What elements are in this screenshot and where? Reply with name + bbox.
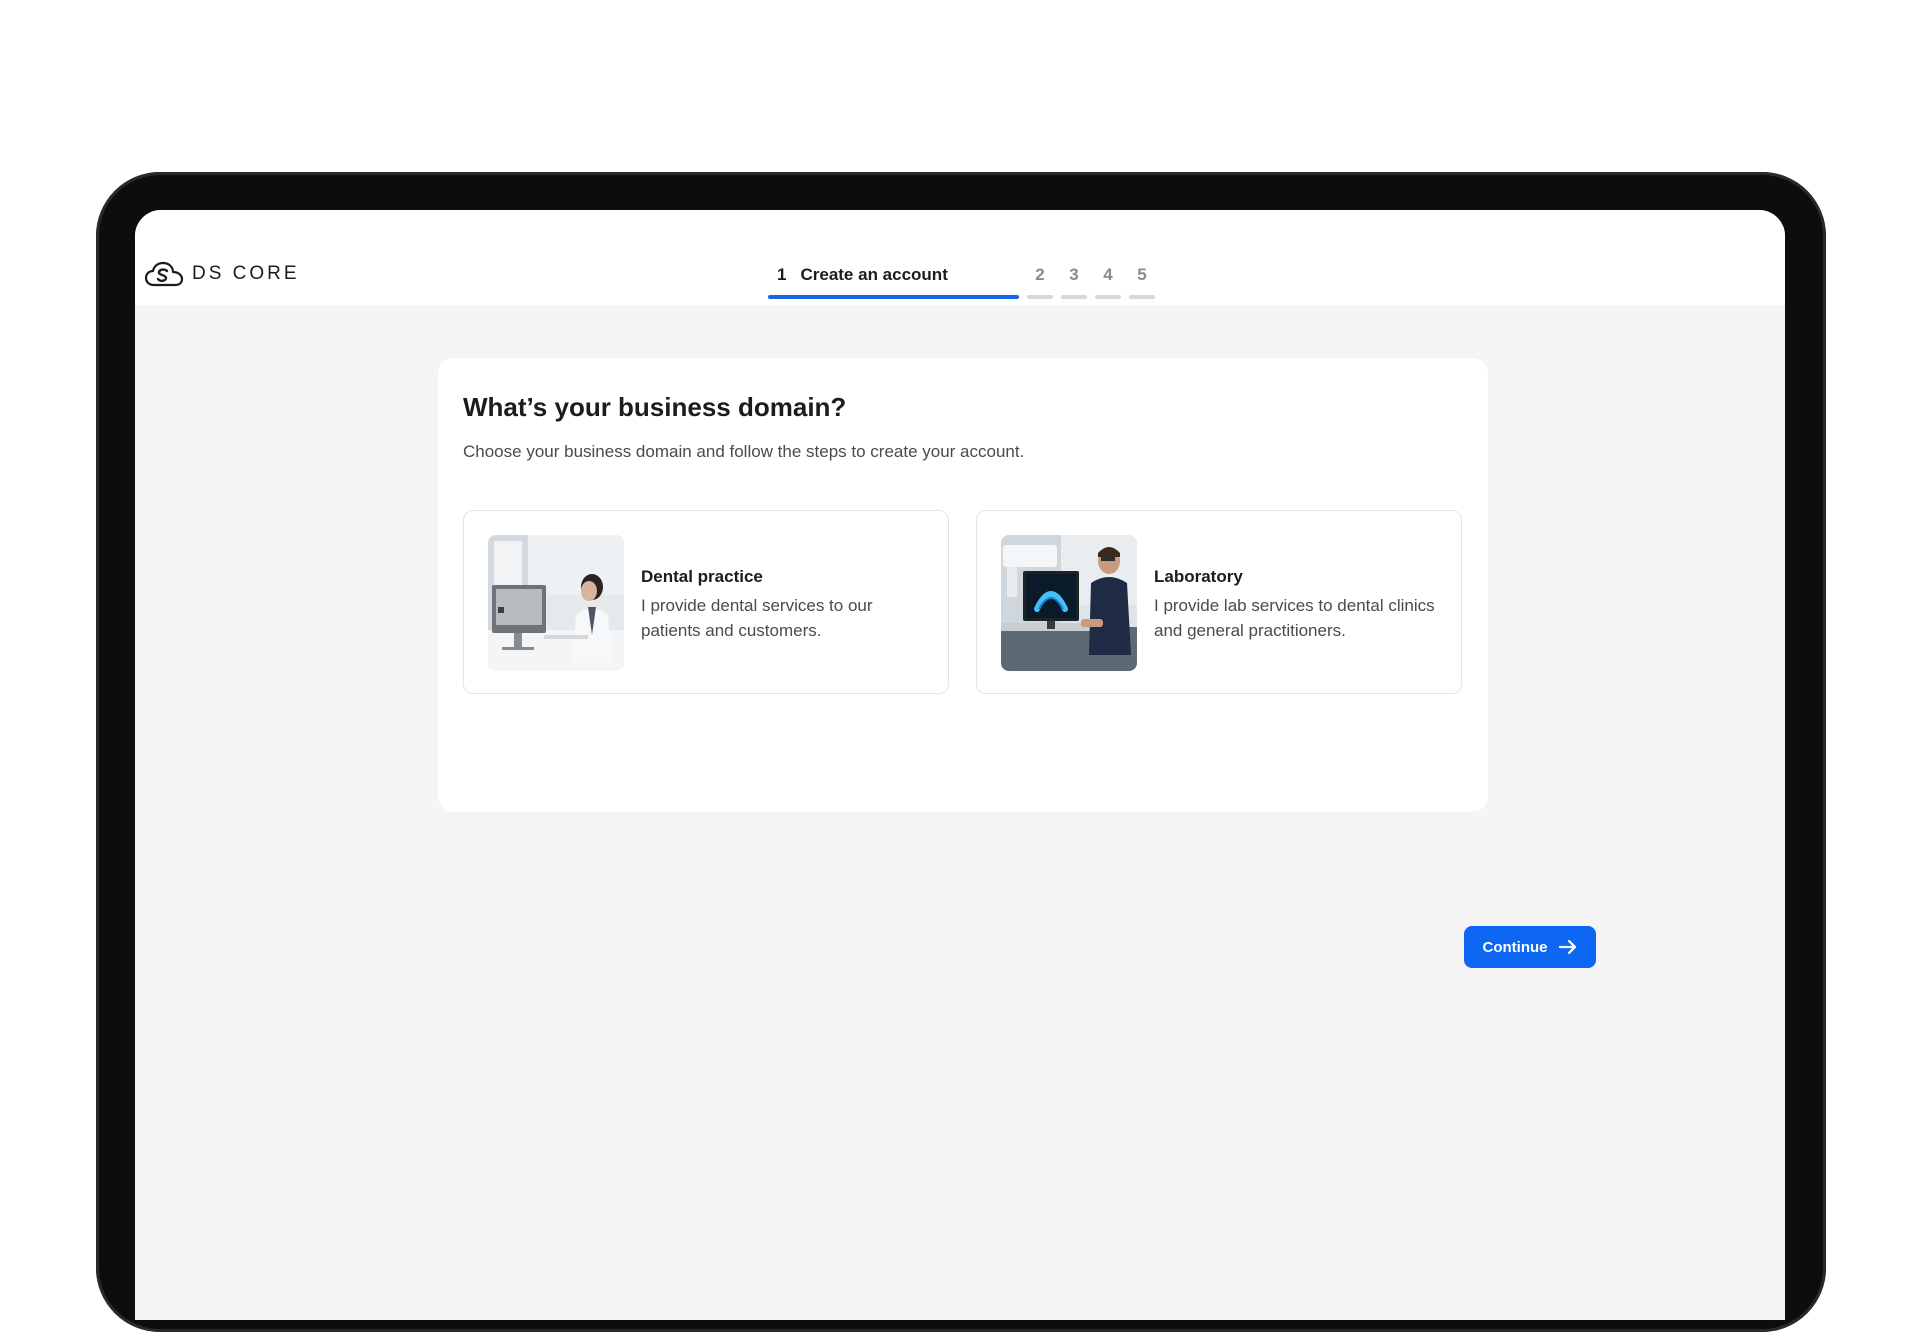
- step-number: 2: [1035, 265, 1045, 284]
- step-progress-bar: [1095, 295, 1121, 299]
- step-progress-bar: [1061, 295, 1087, 299]
- option-laboratory[interactable]: Laboratory I provide lab services to den…: [976, 510, 1462, 694]
- option-description: I provide dental services to our patient…: [641, 596, 873, 640]
- step-4[interactable]: 4: [1095, 262, 1121, 302]
- page-title: What’s your business domain?: [463, 392, 847, 422]
- step-3[interactable]: 3: [1061, 262, 1087, 302]
- option-title: Dental practice: [641, 567, 763, 586]
- dental-practice-photo: [488, 535, 624, 671]
- page-subtitle: Choose your business domain and follow t…: [463, 442, 1025, 461]
- logo[interactable]: DS CORE: [144, 260, 300, 288]
- continue-button[interactable]: Continue: [1464, 926, 1596, 968]
- step-label: Create an account: [800, 265, 948, 284]
- step-number: 4: [1103, 265, 1113, 284]
- cloud-logo-icon: [144, 261, 184, 287]
- app-screen: DS CORE 1 Create an account 2 3 4 5 What…: [135, 210, 1785, 1320]
- arrow-right-icon: [1558, 939, 1576, 955]
- step-1[interactable]: 1 Create an account: [768, 262, 1019, 302]
- continue-label: Continue: [1482, 938, 1548, 956]
- step-5[interactable]: 5: [1129, 262, 1155, 302]
- option-title: Laboratory: [1154, 567, 1243, 586]
- step-progress-bar: [1129, 295, 1155, 299]
- laboratory-photo: [1001, 535, 1137, 671]
- step-progress-bar-active: [768, 295, 1019, 299]
- option-dental-practice[interactable]: Dental practice I provide dental service…: [463, 510, 949, 694]
- step-number: 3: [1069, 265, 1079, 284]
- step-progress-bar: [1027, 295, 1053, 299]
- top-bar: DS CORE 1 Create an account 2 3 4 5: [135, 210, 1785, 307]
- step-number: 5: [1137, 265, 1147, 284]
- option-description: I provide lab services to dental clinics…: [1154, 596, 1435, 640]
- step-number: 1: [777, 265, 787, 284]
- brand-name: DS CORE: [192, 263, 300, 284]
- step-2[interactable]: 2: [1027, 262, 1053, 302]
- domain-selection-card: What’s your business domain? Choose your…: [438, 358, 1596, 968]
